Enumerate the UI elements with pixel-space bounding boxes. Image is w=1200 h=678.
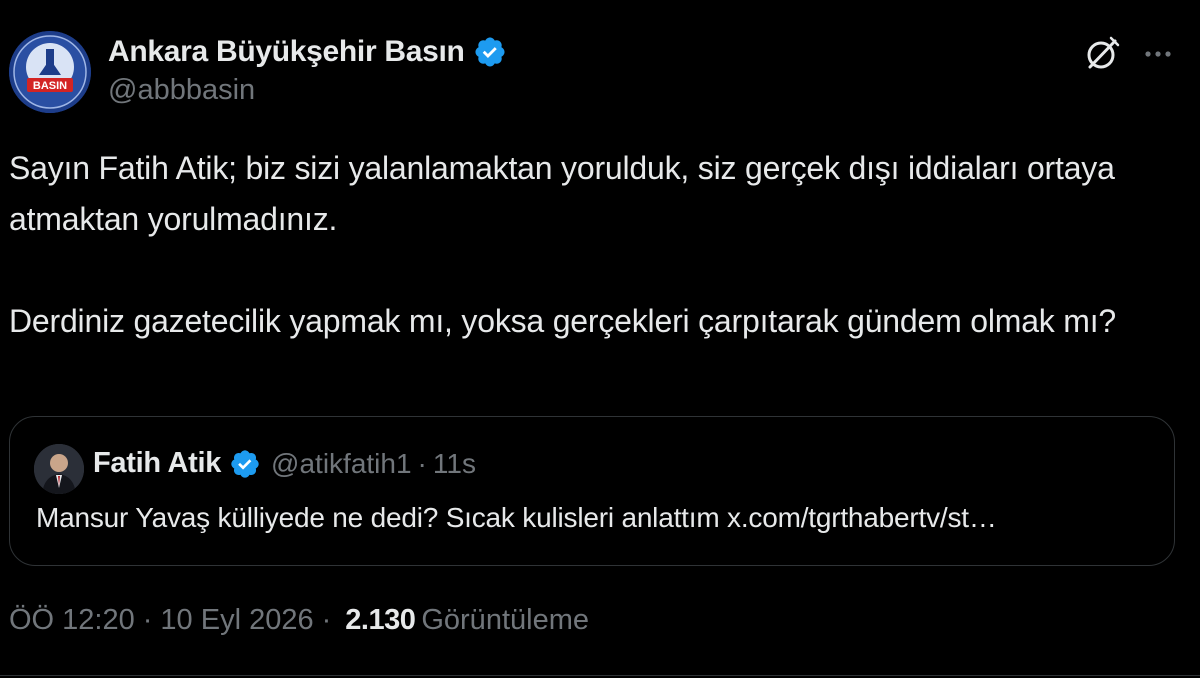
tweet-meta: ÖÖ 12:20 · 10 Eyl 2026 · 2.130 Görüntüle… <box>9 604 589 637</box>
tweet: BASIN Ankara Büyükşehir Basın @abbbasin … <box>0 0 1200 678</box>
author-avatar[interactable]: BASIN <box>9 31 91 113</box>
quote-text: Mansur Yavaş külliyede ne dedi? Sıcak ku… <box>36 502 997 533</box>
meta-separator-2: · <box>321 604 332 636</box>
author-name-row: Ankara Büyükşehir Basın <box>108 30 507 74</box>
quote-handle[interactable]: @atikfatih1 <box>271 448 412 480</box>
quote-author-avatar[interactable] <box>34 444 84 494</box>
author-display-name[interactable]: Ankara Büyükşehir Basın <box>108 35 465 69</box>
quote-header: Fatih Atik @atikfatih1 · 11s <box>93 447 476 480</box>
quote-timestamp[interactable]: 11s <box>433 448 476 480</box>
avatar-badge-text: BASIN <box>33 80 67 92</box>
more-icon[interactable] <box>1138 34 1178 74</box>
bottom-divider <box>0 675 1200 676</box>
tweet-paragraph-2: Derdiniz gazetecilik yapmak mı, yoksa ge… <box>9 303 1117 339</box>
views-label: Görüntüleme <box>421 604 589 636</box>
tweet-paragraph-1: Sayın Fatih Atik; biz sizi yalanlamaktan… <box>9 150 1115 237</box>
quote-display-name[interactable]: Fatih Atik <box>93 447 221 480</box>
tweet-time[interactable]: ÖÖ 12:20 <box>9 604 135 637</box>
meta-separator-1: · <box>142 604 153 636</box>
tweet-text: Sayın Fatih Atik; biz sizi yalanlamaktan… <box>9 143 1189 347</box>
quote-separator: · <box>417 447 427 479</box>
author-avatar-logo: BASIN <box>9 31 91 113</box>
author-header: Ankara Büyükşehir Basın @abbbasin <box>108 30 507 107</box>
quoted-tweet[interactable]: Fatih Atik @atikfatih1 · 11s Mansur Yava… <box>9 416 1175 566</box>
views-count: 2.130 <box>345 604 416 636</box>
quote-avatar-photo <box>34 444 84 494</box>
grok-icon[interactable] <box>1082 34 1122 74</box>
author-handle[interactable]: @abbbasin <box>108 74 507 107</box>
verified-badge-icon[interactable] <box>473 35 507 69</box>
tweet-date[interactable]: 10 Eyl 2026 <box>160 604 313 637</box>
quote-verified-badge-icon <box>231 449 259 478</box>
